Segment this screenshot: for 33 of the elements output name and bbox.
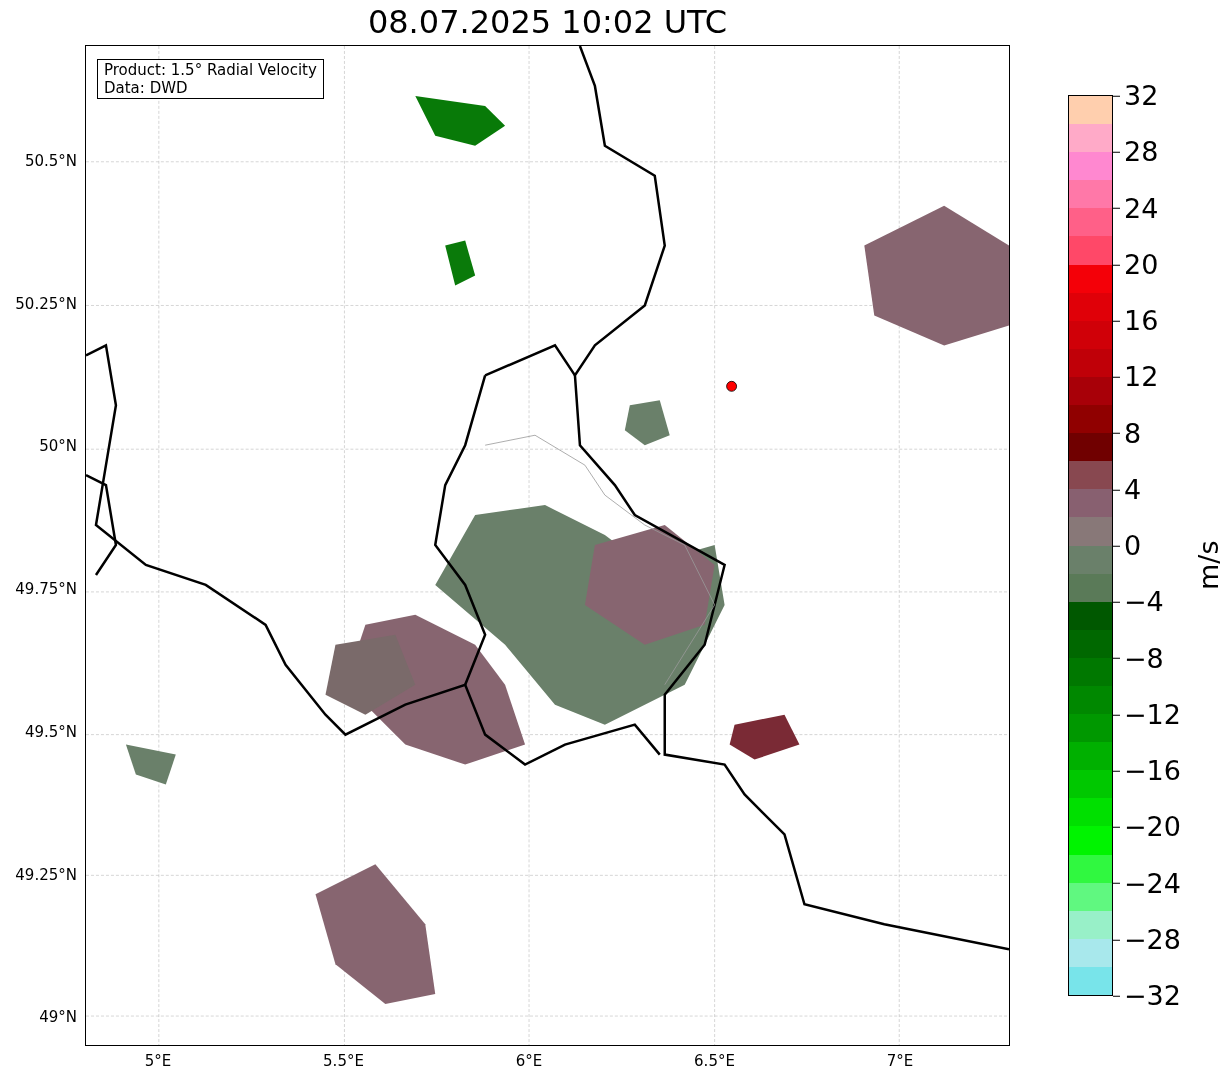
scale-label: −28 xyxy=(1124,922,1181,957)
legend-text: Data: DWD xyxy=(104,79,189,97)
scale-label: −8 xyxy=(1124,641,1164,676)
latitude-label: 49.5°N xyxy=(24,721,77,743)
latitude-label: 49.75°N xyxy=(15,578,77,600)
scale-label: −16 xyxy=(1124,753,1181,788)
latitude-label: 49°N xyxy=(39,1006,77,1028)
latitude-label: 50.25°N xyxy=(15,293,77,315)
longitude-label: 5.5°E xyxy=(323,1051,364,1072)
latitude-label: 50.5°N xyxy=(24,150,77,172)
unit-label: m/s xyxy=(1192,540,1225,590)
scale-label: −12 xyxy=(1124,697,1181,732)
scale-label: −20 xyxy=(1124,810,1181,844)
longitude-label: 6.5°E xyxy=(694,1051,735,1072)
chart-title: 08.07.2025 10:02 UTC xyxy=(366,2,729,43)
scale-label: 32 xyxy=(1124,78,1159,113)
longitude-label: 7°E xyxy=(886,1051,914,1072)
scale-label: 28 xyxy=(1124,135,1159,169)
scale-label: 8 xyxy=(1124,416,1142,451)
legend-text: Product: 1.5° Radial Velocity xyxy=(104,61,317,79)
scale-label: −24 xyxy=(1124,866,1181,901)
scale-label: 4 xyxy=(1124,472,1142,507)
scale-label: 0 xyxy=(1124,528,1142,563)
scale-label: 20 xyxy=(1124,247,1159,282)
scale-label: −32 xyxy=(1124,978,1181,1013)
scale-label: 12 xyxy=(1124,360,1159,394)
latitude-label: 50°N xyxy=(39,436,77,458)
longitude-label: 5°E xyxy=(144,1051,172,1072)
scale-label: −4 xyxy=(1124,585,1164,619)
scale-label: 16 xyxy=(1124,303,1159,338)
scale-label: 24 xyxy=(1124,191,1159,226)
longitude-label: 6°E xyxy=(515,1051,543,1072)
latitude-label: 49.25°N xyxy=(15,864,77,886)
